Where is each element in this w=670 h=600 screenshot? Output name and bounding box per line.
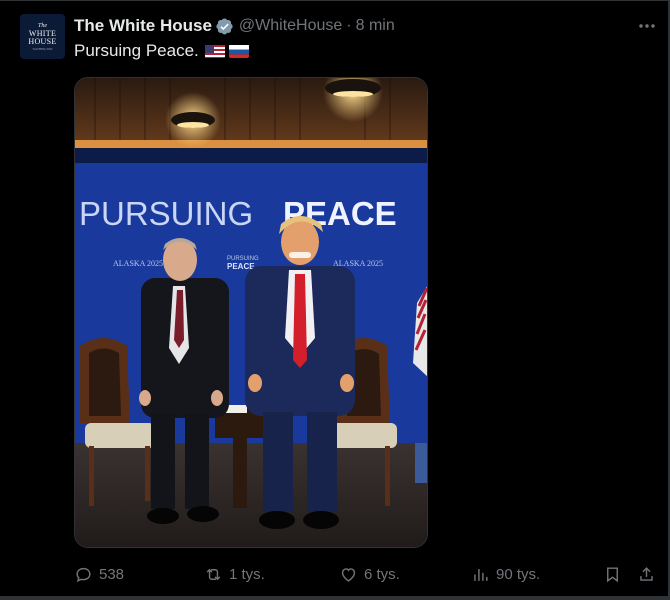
header-separator: · (346, 17, 352, 34)
tweet-timestamp[interactable]: 8 min (356, 17, 395, 35)
like-count: 6 tys. (364, 565, 400, 583)
tweet-text: Pursuing Peace. (74, 41, 249, 61)
views-button[interactable]: 90 tys. (471, 562, 540, 586)
reply-count: 538 (99, 565, 125, 583)
repost-icon (206, 568, 221, 580)
avatar-text-house: HOUSE (28, 36, 57, 46)
tweet-photo[interactable]: PURSUING PEACE ALASKA 2025 PURSUING PEAC… (74, 77, 428, 548)
repost-count: 1 tys. (229, 565, 265, 583)
frame-top-border (0, 0, 670, 1)
views-chart-icon (474, 568, 488, 581)
tweet-header: The White House @WhiteHouse · 8 min (74, 15, 395, 37)
heart-icon (341, 567, 356, 582)
bookmark-button[interactable] (603, 562, 628, 586)
backdrop-label-left: ALASKA 2025 (113, 259, 163, 268)
backdrop-title-pursuing: PURSUING (79, 195, 253, 232)
author-name[interactable]: The White House (74, 16, 212, 36)
repost-button[interactable]: 1 tys. (204, 562, 265, 586)
verified-badge-icon[interactable] (215, 17, 234, 36)
share-icon (640, 566, 653, 581)
like-button[interactable]: 6 tys. (339, 562, 400, 586)
floor (75, 443, 427, 547)
author-handle[interactable]: @WhiteHouse (239, 17, 342, 35)
tweet-text-content: Pursuing Peace. (74, 41, 199, 60)
frame-bottom-border (0, 596, 670, 600)
reply-button[interactable]: 538 (74, 562, 124, 586)
bookmark-icon (607, 566, 618, 582)
avatar[interactable]: The WHITE HOUSE WASHINGTON (20, 14, 65, 59)
photo-scene: PURSUING PEACE ALASKA 2025 PURSUING PEAC… (75, 78, 427, 547)
tweet-actions: 538 1 tys. 6 tys. 90 tys. (74, 562, 664, 586)
more-options-icon[interactable] (636, 15, 658, 37)
views-count: 90 tys. (496, 565, 541, 583)
reply-icon (76, 567, 91, 582)
avatar-text-washington: WASHINGTON (32, 46, 53, 51)
share-button[interactable] (637, 562, 662, 586)
flag-us-icon (204, 44, 225, 58)
avatar-text-the: The (38, 22, 47, 29)
flag-ru-icon (228, 44, 249, 58)
